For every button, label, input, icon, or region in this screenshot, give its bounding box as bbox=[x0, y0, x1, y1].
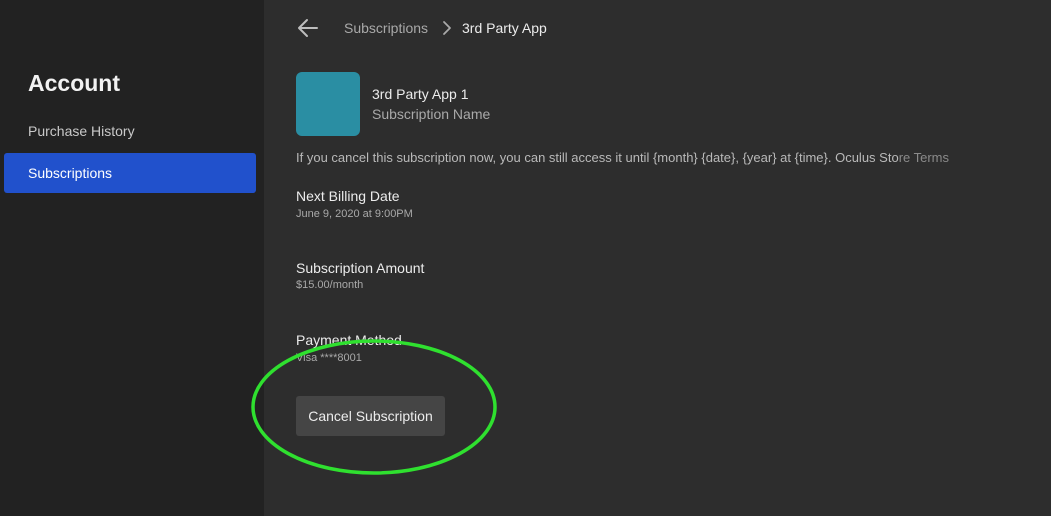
back-button[interactable] bbox=[296, 16, 320, 40]
app-name: 3rd Party App 1 bbox=[372, 86, 469, 102]
sidebar-title: Account bbox=[28, 70, 120, 96]
subscription-amount-value: $15.00/month bbox=[296, 279, 364, 291]
sidebar-item-subscriptions[interactable]: Subscriptions bbox=[4, 153, 256, 193]
app-icon bbox=[296, 72, 360, 136]
cancel-subscription-button[interactable]: Cancel Subscription bbox=[296, 396, 445, 436]
breadcrumb-current: 3rd Party App bbox=[462, 20, 547, 36]
sidebar: Account Purchase History Subscriptions bbox=[0, 0, 264, 516]
store-terms-link-faded-text: re Terms bbox=[898, 150, 950, 165]
main-content: Subscriptions 3rd Party App 3rd Party Ap… bbox=[264, 0, 1051, 516]
sidebar-item-purchase-history[interactable]: Purchase History bbox=[4, 111, 256, 151]
next-billing-date-label: Next Billing Date bbox=[296, 188, 400, 204]
payment-method-label: Payment Method bbox=[296, 332, 402, 348]
cancellation-notice-text: If you cancel this subscription now, you… bbox=[296, 150, 836, 165]
app-window: Account Purchase History Subscriptions S… bbox=[0, 0, 1051, 516]
store-terms-link-text: Oculus Sto bbox=[835, 150, 899, 165]
next-billing-date-value: June 9, 2020 at 9:00PM bbox=[296, 208, 413, 220]
arrow-left-icon bbox=[298, 19, 318, 37]
cancellation-notice: If you cancel this subscription now, you… bbox=[296, 150, 1036, 166]
store-terms-link[interactable]: Oculus Store Terms bbox=[835, 150, 949, 165]
subscription-name: Subscription Name bbox=[372, 106, 491, 122]
chevron-right-icon bbox=[443, 21, 451, 35]
breadcrumb-subscriptions-link[interactable]: Subscriptions bbox=[344, 19, 428, 37]
subscription-amount-label: Subscription Amount bbox=[296, 260, 425, 276]
payment-method-value: Visa ****8001 bbox=[296, 352, 362, 364]
